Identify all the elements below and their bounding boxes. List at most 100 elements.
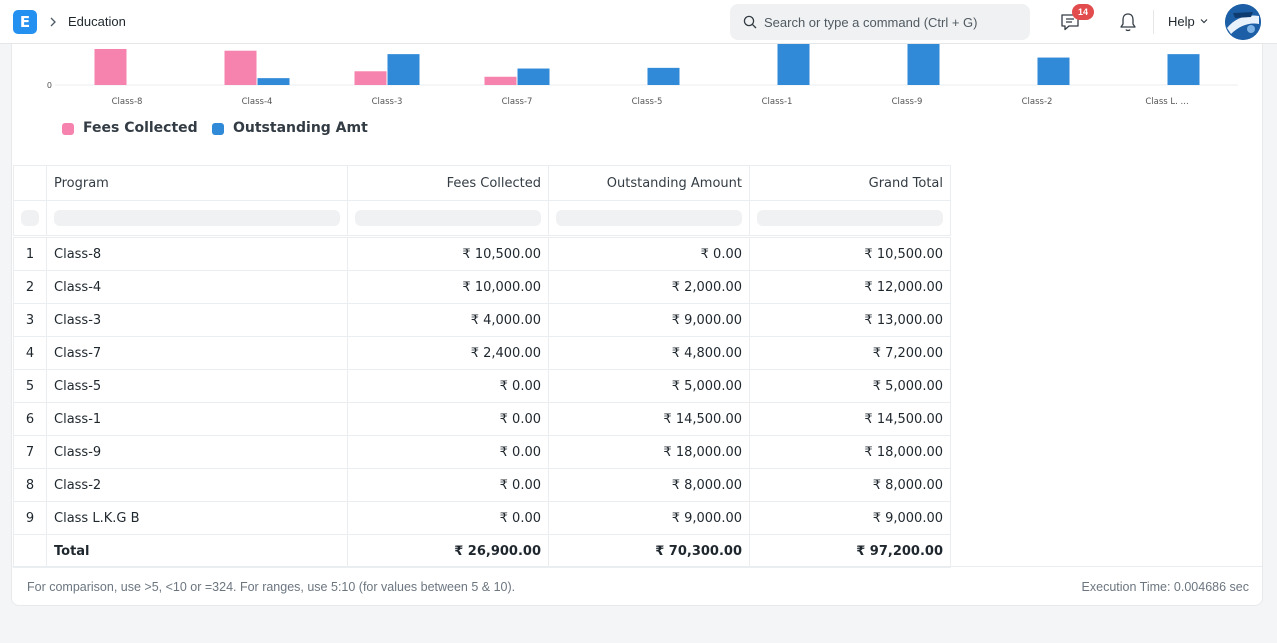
table-row[interactable]: 9 Class L.K.G B ₹ 0.00 ₹ 9,000.00 ₹ 9,00…	[13, 501, 951, 535]
cell-outstanding-amount[interactable]: ₹ 14,500.00	[548, 402, 750, 436]
legend-label: Fees Collected	[83, 120, 198, 136]
cell-program[interactable]: Class L.K.G B	[46, 501, 348, 535]
cell-grand-total[interactable]: ₹ 13,000.00	[749, 303, 951, 337]
filter-checkbox[interactable]	[21, 210, 39, 226]
filter-input-program[interactable]	[54, 210, 340, 226]
table-row[interactable]: 8 Class-2 ₹ 0.00 ₹ 8,000.00 ₹ 8,000.00	[13, 468, 951, 502]
x-tick-label: Class-9	[892, 97, 923, 107]
table-row[interactable]: 2 Class-4 ₹ 10,000.00 ₹ 2,000.00 ₹ 12,00…	[13, 270, 951, 304]
table-row[interactable]: 6 Class-1 ₹ 0.00 ₹ 14,500.00 ₹ 14,500.00	[13, 402, 951, 436]
table-row[interactable]: 3 Class-3 ₹ 4,000.00 ₹ 9,000.00 ₹ 13,000…	[13, 303, 951, 337]
bar-outstanding-amt-class-5[interactable]	[647, 67, 680, 85]
column-header-outstanding-amount[interactable]: Outstanding Amount	[548, 165, 750, 201]
filter-input-grand-total[interactable]	[757, 210, 943, 226]
cell-program[interactable]: Class-5	[46, 369, 348, 403]
cell-outstanding-amount[interactable]: ₹ 18,000.00	[548, 435, 750, 469]
cell-fees-collected[interactable]: ₹ 0.00	[347, 435, 549, 469]
cell-outstanding-amount[interactable]: ₹ 2,000.00	[548, 270, 750, 304]
report-footer: For comparison, use >5, <10 or =324. For…	[12, 566, 1262, 605]
cell-outstanding-amount[interactable]: ₹ 9,000.00	[548, 501, 750, 535]
bar-outstanding-amt-class-2[interactable]	[1037, 57, 1070, 85]
column-header-grand-total[interactable]: Grand Total	[749, 165, 951, 201]
cell-fees-collected[interactable]: ₹ 0.00	[347, 402, 549, 436]
x-tick-label: Class-8	[112, 97, 143, 107]
cell-program[interactable]: Class-7	[46, 336, 348, 370]
bar-outstanding-amt-class-7[interactable]	[517, 68, 550, 85]
cell-fees-collected[interactable]: ₹ 10,000.00	[347, 270, 549, 304]
table-row[interactable]: 7 Class-9 ₹ 0.00 ₹ 18,000.00 ₹ 18,000.00	[13, 435, 951, 469]
cell-grand-total[interactable]: ₹ 7,200.00	[749, 336, 951, 370]
user-avatar[interactable]	[1225, 4, 1261, 40]
cell-outstanding-amount[interactable]: ₹ 4,800.00	[548, 336, 750, 370]
cell-outstanding-amount[interactable]: ₹ 5,000.00	[548, 369, 750, 403]
bar-chart: 0 Class-8 Class-4 Class-3 Class-7 Class-5 Cla…	[47, 44, 1238, 107]
column-header-program[interactable]: Program	[46, 165, 348, 201]
x-tick-label: Class L. ...	[1145, 97, 1188, 107]
chart-bars	[94, 44, 1200, 85]
cell-fees-collected[interactable]: ₹ 0.00	[347, 369, 549, 403]
cell-fees-collected[interactable]: ₹ 2,400.00	[347, 336, 549, 370]
column-header-fees-collected[interactable]: Fees Collected	[347, 165, 549, 201]
bell-icon[interactable]	[1118, 11, 1138, 33]
help-dropdown[interactable]: Help	[1168, 14, 1195, 29]
bar-fees-collected-class-3[interactable]	[354, 71, 387, 85]
cell-grand-total[interactable]: ₹ 12,000.00	[749, 270, 951, 304]
cell-outstanding-amount[interactable]: ₹ 0.00	[548, 237, 750, 271]
bar-fees-collected-class-8[interactable]	[94, 48, 127, 85]
filter-input-outstanding-amount[interactable]	[556, 210, 742, 226]
row-index: 4	[13, 336, 47, 370]
cell-fees-collected[interactable]: ₹ 0.00	[347, 468, 549, 502]
bar-outstanding-amt-class-9[interactable]	[907, 44, 940, 85]
total-row: Total ₹ 26,900.00 ₹ 70,300.00 ₹ 97,200.0…	[13, 534, 951, 568]
row-index-header	[13, 165, 47, 201]
breadcrumb-education[interactable]: Education	[68, 14, 126, 29]
bar-fees-collected-class-7[interactable]	[484, 76, 517, 85]
cell-grand-total[interactable]: ₹ 14,500.00	[749, 402, 951, 436]
bar-outstanding-amt-class-1[interactable]	[777, 44, 810, 85]
cell-program[interactable]: Class-3	[46, 303, 348, 337]
cell-grand-total[interactable]: ₹ 9,000.00	[749, 501, 951, 535]
report-datatable: Program Fees Collected Outstanding Amoun…	[13, 165, 951, 568]
total-outstanding-amount: ₹ 70,300.00	[548, 534, 750, 568]
row-index: 6	[13, 402, 47, 436]
x-tick-label: Class-4	[242, 97, 273, 107]
app-logo[interactable]: E	[13, 10, 37, 34]
navbar: E Education 14 Help	[0, 0, 1277, 44]
legend-swatch	[62, 123, 74, 135]
row-index: 5	[13, 369, 47, 403]
cell-grand-total[interactable]: ₹ 8,000.00	[749, 468, 951, 502]
awesomebar[interactable]	[730, 4, 1030, 40]
navbar-divider	[1153, 10, 1154, 34]
y-tick-label: 0	[47, 81, 52, 90]
chevron-down-icon[interactable]	[1199, 16, 1209, 26]
bar-fees-collected-class-4[interactable]	[224, 50, 257, 85]
table-row[interactable]: 4 Class-7 ₹ 2,400.00 ₹ 4,800.00 ₹ 7,200.…	[13, 336, 951, 370]
table-row[interactable]: 5 Class-5 ₹ 0.00 ₹ 5,000.00 ₹ 5,000.00	[13, 369, 951, 403]
cell-grand-total[interactable]: ₹ 18,000.00	[749, 435, 951, 469]
row-index	[13, 534, 47, 568]
filter-input-fees-collected[interactable]	[355, 210, 541, 226]
cell-grand-total[interactable]: ₹ 5,000.00	[749, 369, 951, 403]
bar-outstanding-amt-class-l-[interactable]	[1167, 54, 1200, 85]
x-tick-label: Class-5	[632, 97, 663, 107]
cell-program[interactable]: Class-4	[46, 270, 348, 304]
cell-program[interactable]: Class-8	[46, 237, 348, 271]
cell-program[interactable]: Class-1	[46, 402, 348, 436]
cell-grand-total[interactable]: ₹ 10,500.00	[749, 237, 951, 271]
search-input[interactable]	[764, 4, 1022, 40]
cell-program[interactable]: Class-9	[46, 435, 348, 469]
filter-row	[13, 200, 951, 236]
cell-outstanding-amount[interactable]: ₹ 8,000.00	[548, 468, 750, 502]
filter-cell	[46, 200, 348, 236]
row-index: 1	[13, 237, 47, 271]
bar-outstanding-amt-class-4[interactable]	[257, 78, 290, 85]
cell-outstanding-amount[interactable]: ₹ 9,000.00	[548, 303, 750, 337]
filter-cell	[749, 200, 951, 236]
cell-fees-collected[interactable]: ₹ 10,500.00	[347, 237, 549, 271]
x-tick-labels: Class-8 Class-4 Class-3 Class-7 Class-5 Class…	[112, 97, 1189, 107]
cell-fees-collected[interactable]: ₹ 4,000.00	[347, 303, 549, 337]
cell-fees-collected[interactable]: ₹ 0.00	[347, 501, 549, 535]
cell-program[interactable]: Class-2	[46, 468, 348, 502]
bar-outstanding-amt-class-3[interactable]	[387, 54, 420, 85]
table-row[interactable]: 1 Class-8 ₹ 10,500.00 ₹ 0.00 ₹ 10,500.00	[13, 237, 951, 271]
